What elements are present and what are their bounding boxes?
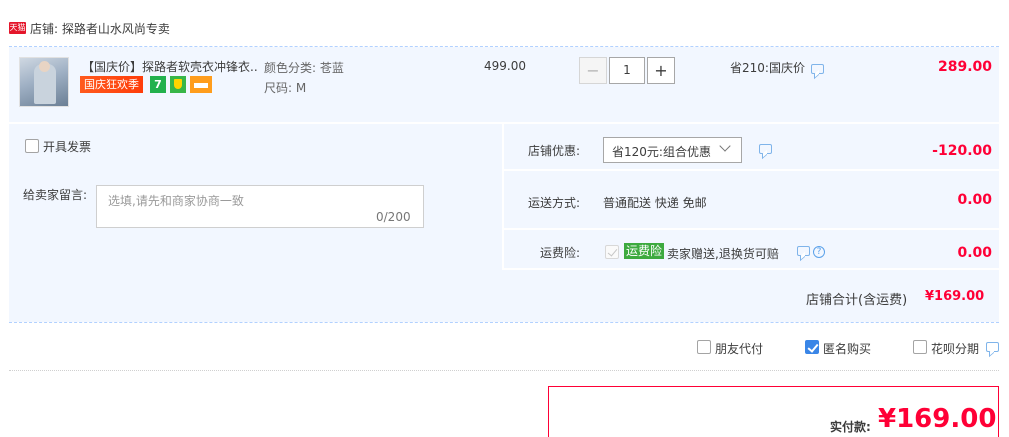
quantity-decrease-button[interactable]: − <box>579 57 607 84</box>
invoice-label[interactable]: 开具发票 <box>43 138 91 155</box>
insurance-badge: 运费险 <box>624 243 665 259</box>
item-discount-note: 省210:国庆价 <box>730 61 805 75</box>
credit-card-icon <box>190 76 212 93</box>
shop-discount-label: 店铺优惠: <box>528 144 581 158</box>
help-icon[interactable]: ? <box>813 246 825 258</box>
subtotal-label: 店铺合计(含运费) <box>806 293 908 308</box>
anonymous-label[interactable]: 匿名购买 <box>823 340 871 357</box>
insurance-checkbox <box>605 245 619 259</box>
sku-color: 颜色分类: 苍蓝 <box>264 61 344 75</box>
seven-day-return-icon: 7 <box>150 76 166 93</box>
chat-icon[interactable] <box>797 246 810 256</box>
pay-label: 实付款: <box>830 420 871 434</box>
tmall-badge: 天猫 <box>9 22 26 34</box>
huabei-checkbox[interactable] <box>913 340 927 354</box>
sku-size: 尺码: M <box>264 81 307 95</box>
anonymous-checkbox[interactable] <box>805 340 819 354</box>
item-total-price: 289.00 <box>937 59 992 75</box>
unit-price: 499.00 <box>484 59 526 73</box>
memo-label: 给卖家留言: <box>23 188 88 202</box>
chat-icon[interactable] <box>811 64 824 74</box>
memo-placeholder: 选填,请先和商家协商一致 <box>108 194 244 208</box>
product-thumbnail[interactable] <box>19 57 69 107</box>
shop-name[interactable]: 店铺: 探路者山水风尚专卖 <box>30 20 170 37</box>
insurance-label: 运费险: <box>540 246 581 260</box>
invoice-checkbox[interactable] <box>25 139 39 153</box>
shipping-label: 运送方式: <box>528 196 581 210</box>
festival-tag: 国庆狂欢季 <box>80 76 143 93</box>
pay-amount: ¥169.00 <box>878 404 997 434</box>
guarantee-icon <box>170 76 186 93</box>
memo-char-count: 0/200 <box>376 210 411 224</box>
insurance-text: 卖家赠送,退换货可赔 <box>667 247 779 261</box>
divider <box>9 322 999 323</box>
shop-discount-amount: -120.00 <box>932 143 992 159</box>
product-title[interactable]: 【国庆价】探路者软壳衣冲锋衣... <box>82 58 258 75</box>
divider <box>9 370 999 371</box>
shipping-amount: 0.00 <box>957 192 992 208</box>
huabei-label[interactable]: 花呗分期 <box>931 340 979 357</box>
quantity-increase-button[interactable]: + <box>647 57 675 84</box>
subtotal-value: ¥169.00 <box>925 289 985 304</box>
chat-icon[interactable] <box>986 342 999 352</box>
shop-discount-value: 省120元:组合优惠 <box>612 145 711 159</box>
friend-pay-checkbox[interactable] <box>697 340 711 354</box>
insurance-amount: 0.00 <box>957 245 992 261</box>
chat-icon[interactable] <box>759 144 772 154</box>
shipping-method: 普通配送 快递 免邮 <box>603 196 707 210</box>
friend-pay-label[interactable]: 朋友代付 <box>715 340 763 357</box>
quantity-input[interactable]: 1 <box>609 57 645 84</box>
